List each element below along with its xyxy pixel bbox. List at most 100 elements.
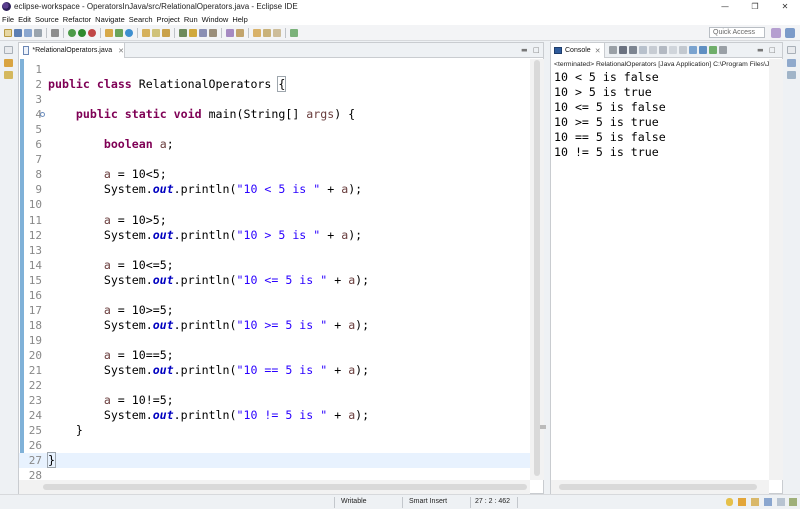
outline-view-icon[interactable] [787, 71, 796, 79]
menu-help[interactable]: Help [230, 15, 249, 24]
code-line[interactable]: 12 System.out.println("10 > 5 is " + a); [19, 228, 530, 243]
code-line[interactable]: 3 [19, 92, 530, 107]
editor-horizontal-scrollbar[interactable] [19, 480, 530, 494]
new-java-project-icon[interactable] [105, 28, 113, 37]
toggle-mark-occurrences-icon[interactable] [179, 28, 187, 37]
open-console-icon[interactable] [709, 46, 717, 54]
remove-all-icon[interactable] [629, 46, 637, 54]
view-menu-icon[interactable] [719, 46, 727, 54]
code-line[interactable]: 5 [19, 122, 530, 137]
menu-search[interactable]: Search [127, 15, 155, 24]
open-task-icon[interactable] [152, 28, 160, 37]
code-line[interactable]: 24 System.out.println("10 != 5 is " + a)… [19, 408, 530, 423]
code-line[interactable]: 25 } [19, 423, 530, 438]
code-line[interactable]: 22 [19, 378, 530, 393]
task-list-icon[interactable] [787, 59, 796, 67]
maximize-editor-icon[interactable]: □ [533, 46, 540, 54]
close-window-button[interactable]: ✕ [770, 0, 800, 13]
close-tab-icon[interactable]: ✕ [118, 47, 124, 55]
code-line[interactable]: 15 System.out.println("10 <= 5 is " + a)… [19, 273, 530, 288]
problems-icon[interactable] [738, 498, 746, 506]
word-wrap-icon[interactable] [659, 46, 667, 54]
code-line[interactable]: 7 [19, 152, 530, 167]
code-line[interactable]: 4 public static void main(String[] args)… [19, 107, 530, 122]
save-icon[interactable] [14, 28, 22, 37]
package-explorer-icon[interactable] [4, 59, 13, 67]
terminate-icon[interactable] [609, 46, 617, 54]
last-edit-icon[interactable] [253, 28, 261, 37]
new-class-icon[interactable] [125, 28, 133, 37]
code-line[interactable]: 20 a = 10==5; [19, 348, 530, 363]
javadoc-icon[interactable] [764, 498, 772, 506]
close-console-icon[interactable]: ✕ [595, 47, 601, 55]
code-line[interactable]: 17 a = 10>=5; [19, 303, 530, 318]
show-on-output-icon[interactable] [669, 46, 677, 54]
menu-source[interactable]: Source [33, 15, 61, 24]
code-line[interactable]: 6 boolean a; [19, 137, 530, 152]
menu-navigate[interactable]: Navigate [93, 15, 127, 24]
next-annotation-icon[interactable] [226, 28, 234, 37]
new-package-icon[interactable] [115, 28, 123, 37]
menu-file[interactable]: File [0, 15, 16, 24]
menu-edit[interactable]: Edit [16, 15, 33, 24]
tab-relationaloperators-java[interactable]: *RelationalOperators.java ✕ [19, 43, 125, 58]
code-line[interactable]: 21 System.out.println("10 == 5 is " + a)… [19, 363, 530, 378]
print-icon[interactable] [34, 28, 42, 37]
skip-breakpoints-icon[interactable] [51, 28, 59, 37]
code-line[interactable]: 9 System.out.println("10 < 5 is " + a); [19, 182, 530, 197]
run-icon[interactable] [78, 28, 86, 37]
console-output[interactable]: 10 < 5 is false 10 > 5 is true 10 <= 5 is … [554, 70, 666, 160]
forward-icon[interactable] [273, 28, 281, 37]
scroll-lock-icon[interactable] [649, 46, 657, 54]
maximize-console-icon[interactable]: □ [769, 46, 776, 54]
declaration-icon[interactable] [777, 498, 785, 506]
code-line[interactable]: 16 [19, 288, 530, 303]
code-line[interactable]: 14 a = 10<=5; [19, 258, 530, 273]
minimize-editor-icon[interactable]: ▬ [521, 46, 528, 54]
minimize-console-icon[interactable]: ▬ [757, 46, 764, 54]
search-icon[interactable] [162, 28, 170, 37]
restore-icon[interactable] [4, 46, 13, 54]
sash-grip[interactable] [540, 425, 546, 429]
display-console-icon[interactable] [699, 46, 707, 54]
menu-run[interactable]: Run [182, 15, 200, 24]
code-line[interactable]: 28 [19, 468, 530, 480]
console-trim-icon[interactable] [789, 498, 797, 506]
back-icon[interactable] [263, 28, 271, 37]
block-selection-icon[interactable] [199, 28, 207, 37]
restore-icon[interactable] [787, 46, 796, 54]
open-type-icon[interactable] [142, 28, 150, 37]
code-line[interactable]: 11 a = 10>5; [19, 213, 530, 228]
pin-editor-icon[interactable] [290, 28, 298, 37]
outline-icon[interactable] [4, 71, 13, 79]
code-line[interactable]: 8 a = 10<5; [19, 167, 530, 182]
fold-toggle-icon[interactable] [40, 112, 45, 118]
maximize-button[interactable]: ❐ [740, 0, 770, 13]
menu-project[interactable]: Project [155, 15, 182, 24]
java-perspective-icon[interactable] [785, 28, 795, 38]
clear-console-icon[interactable] [639, 46, 647, 54]
scroll-thumb[interactable] [43, 484, 527, 490]
code-line[interactable]: 26 [19, 438, 530, 453]
open-perspective-icon[interactable] [771, 28, 781, 38]
save-all-icon[interactable] [24, 28, 32, 37]
tip-icon[interactable] [726, 498, 733, 506]
scroll-thumb[interactable] [534, 60, 540, 476]
code-line[interactable]: 2 public class RelationalOperators { [19, 76, 530, 93]
code-line[interactable]: 23 a = 10!=5; [19, 393, 530, 408]
code-area[interactable]: 1 2 public class RelationalOperators {3 4 p… [19, 59, 530, 480]
menu-refactor[interactable]: Refactor [61, 15, 93, 24]
debug-icon[interactable] [68, 28, 76, 37]
code-line[interactable]: 27} [19, 452, 530, 469]
show-whitespace-icon[interactable] [209, 28, 217, 37]
minimize-button[interactable]: — [710, 0, 740, 13]
quick-access-input[interactable]: Quick Access [709, 27, 765, 38]
tab-console[interactable]: Console ✕ [551, 43, 605, 58]
code-line[interactable]: 19 [19, 333, 530, 348]
code-line[interactable]: 13 [19, 243, 530, 258]
code-line[interactable]: 18 System.out.println("10 >= 5 is " + a)… [19, 318, 530, 333]
toggle-highlight-icon[interactable] [189, 28, 197, 37]
pin-console-icon[interactable] [689, 46, 697, 54]
new-icon[interactable] [4, 28, 12, 37]
tasks-icon[interactable] [751, 498, 759, 506]
